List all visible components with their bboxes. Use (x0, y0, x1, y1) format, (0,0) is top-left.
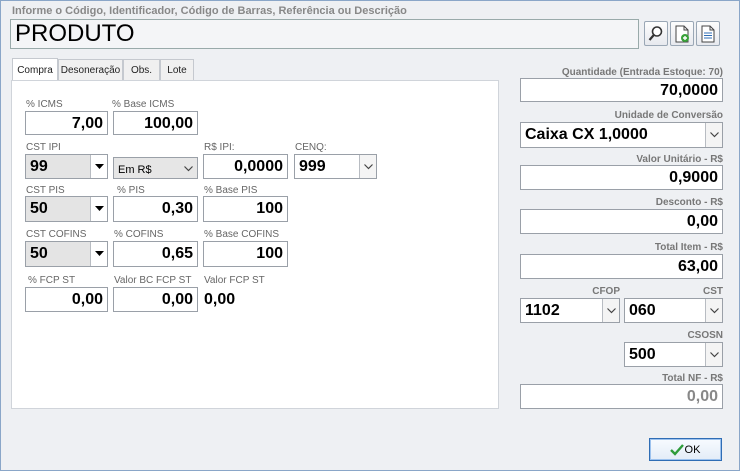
pis-label: % PIS (117, 185, 145, 196)
dropdown-arrow (90, 197, 107, 221)
base-cofins-input[interactable]: 100 (203, 241, 288, 267)
cst-ipi-select[interactable]: 99 (25, 154, 108, 179)
cenq-label: CENQ: (295, 142, 327, 153)
cfop-select[interactable]: 1102 (520, 298, 620, 323)
valor-bc-fcp-st-label: Valor BC FCP ST (114, 275, 192, 286)
cst-ipi-value: 99 (30, 158, 48, 175)
cofins-input[interactable]: 0,65 (113, 241, 198, 267)
base-icms-label: % Base ICMS (112, 99, 175, 110)
triangle-down-icon (95, 251, 104, 256)
document-text-icon (701, 25, 715, 43)
dropdown-arrow (180, 158, 197, 178)
details-button[interactable] (696, 21, 720, 46)
csosn-label: CSOSN (687, 330, 723, 341)
tab-obs[interactable]: Obs. (123, 59, 160, 81)
pis-input[interactable]: 0,30 (113, 196, 198, 222)
tab-compra[interactable]: Compra (12, 58, 58, 81)
checkmark-icon (670, 444, 684, 456)
triangle-down-icon (95, 206, 104, 211)
ipi-type-value: Em R$ (118, 164, 152, 176)
cfop-label: CFOP (592, 286, 620, 297)
new-product-button[interactable] (670, 21, 694, 46)
dialog-window: Informe o Código, Identificador, Código … (0, 0, 740, 471)
tab-lote[interactable]: Lote (160, 59, 194, 81)
rs-ipi-input[interactable]: 0,0000 (203, 154, 288, 179)
cfop-value: 1102 (525, 302, 560, 319)
cenq-select[interactable]: 999 (294, 154, 377, 179)
desconto-label: Desconto - R$ (655, 197, 723, 208)
total-item-label: Total Item - R$ (654, 242, 723, 253)
triangle-down-icon (95, 164, 104, 169)
cenq-value: 999 (299, 158, 326, 175)
chevron-down-icon (364, 164, 373, 170)
csosn-select[interactable]: 500 (624, 342, 723, 367)
valor-fcp-st-label: Valor FCP ST (204, 275, 265, 286)
base-cofins-label: % Base COFINS (204, 229, 280, 240)
total-item-input[interactable]: 63,00 (520, 254, 723, 279)
valor-unitario-input[interactable]: 0,9000 (520, 165, 723, 190)
desconto-input[interactable]: 0,00 (520, 209, 723, 234)
dropdown-arrow (359, 155, 376, 178)
base-icms-input[interactable]: 100,00 (113, 111, 198, 135)
dropdown-arrow (602, 299, 619, 322)
base-pis-label: % Base PIS (204, 185, 258, 196)
unidade-value: Caixa CX 1,0000 (525, 126, 648, 143)
cst-ipi-label: CST IPI (26, 142, 61, 153)
cst-label: CST (703, 286, 723, 297)
unidade-label: Unidade de Conversão (614, 110, 723, 121)
icms-input[interactable]: 7,00 (25, 111, 108, 135)
search-button[interactable] (644, 21, 668, 46)
dropdown-arrow (90, 155, 107, 178)
cst-value: 060 (629, 302, 656, 319)
dropdown-arrow (705, 343, 722, 366)
cst-select[interactable]: 060 (624, 298, 723, 323)
valor-unitario-label: Valor Unitário - R$ (636, 154, 723, 165)
chevron-down-icon (710, 352, 719, 358)
dropdown-arrow (90, 242, 107, 266)
icms-label: % ICMS (26, 99, 63, 110)
csosn-value: 500 (629, 346, 656, 363)
cst-cofins-select[interactable]: 50 (25, 241, 108, 267)
cofins-label: % COFINS (114, 229, 164, 240)
cst-pis-label: CST PIS (26, 185, 65, 196)
ok-button[interactable]: OK (649, 438, 722, 461)
total-nf-label: Total NF - R$ (662, 373, 723, 384)
magnifier-icon (648, 26, 663, 41)
chevron-down-icon (184, 166, 193, 172)
valor-bc-fcp-st-input[interactable]: 0,00 (113, 287, 198, 312)
valor-fcp-st-value: 0,00 (204, 291, 236, 308)
dropdown-arrow (705, 123, 722, 147)
ipi-type-select[interactable]: Em R$ (113, 157, 198, 179)
cst-pis-value: 50 (30, 200, 48, 217)
total-nf-input: 0,00 (520, 384, 723, 409)
rs-ipi-label: R$ IPI: (204, 142, 235, 153)
quantidade-label: Quantidade (Entrada Estoque: 70) (561, 67, 723, 78)
base-pis-input[interactable]: 100 (203, 196, 288, 222)
cst-cofins-label: CST COFINS (26, 229, 87, 240)
fcp-st-label: % FCP ST (28, 275, 76, 286)
search-label: Informe o Código, Identificador, Código … (12, 5, 407, 17)
quantidade-input[interactable]: 70,0000 (520, 78, 723, 102)
chevron-down-icon (710, 132, 719, 138)
cst-pis-select[interactable]: 50 (25, 196, 108, 222)
cst-cofins-value: 50 (30, 245, 48, 262)
document-add-icon (675, 25, 689, 43)
dropdown-arrow (705, 299, 722, 322)
chevron-down-icon (607, 308, 616, 314)
fcp-st-input[interactable]: 0,00 (25, 287, 108, 312)
product-search-input[interactable]: PRODUTO (10, 19, 639, 49)
chevron-down-icon (710, 308, 719, 314)
unidade-select[interactable]: Caixa CX 1,0000 (520, 122, 723, 148)
tab-desoneracao[interactable]: Desoneração (58, 59, 123, 81)
